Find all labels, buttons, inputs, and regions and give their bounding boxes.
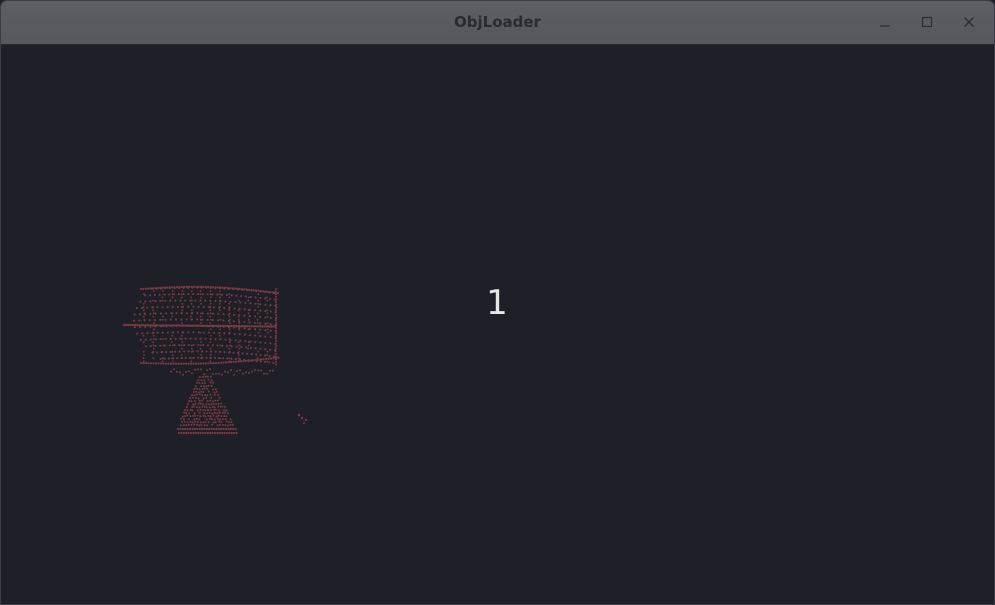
window-controls (870, 11, 984, 33)
maximize-icon (921, 16, 933, 28)
maximize-button[interactable] (912, 11, 942, 33)
close-icon (963, 16, 975, 28)
minimize-button[interactable] (870, 11, 900, 33)
title-bar[interactable]: ObjLoader (1, 1, 994, 45)
render-viewport[interactable]: 1 (1, 45, 994, 605)
point-cloud-model-icon (116, 277, 326, 437)
app-window: ObjLoader 1 (0, 0, 995, 605)
close-button[interactable] (954, 11, 984, 33)
frame-counter: 1 (471, 283, 523, 323)
minimize-icon (879, 16, 891, 28)
window-title: ObjLoader (1, 1, 994, 45)
